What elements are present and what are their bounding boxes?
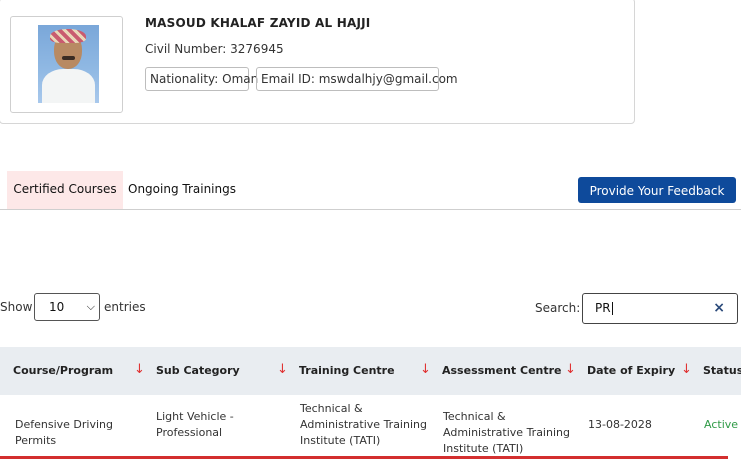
cell-date-of-expiry: 13-08-2028 (588, 418, 652, 431)
search-input[interactable]: PR × (582, 293, 738, 324)
sort-arrow-icon[interactable]: ↓ (420, 362, 431, 377)
civil-number: Civil Number: 3276945 (145, 42, 284, 56)
sort-arrow-icon[interactable]: ↓ (565, 362, 576, 377)
profile-card: MASOUD KHALAF ZAYID AL HAJJI Civil Numbe… (0, 0, 635, 124)
column-header-course[interactable]: Course/Program (13, 364, 113, 377)
column-header-sub-category[interactable]: Sub Category (156, 364, 240, 377)
column-header-training-centre[interactable]: Training Centre (299, 364, 395, 377)
chevron-down-icon: ⌵ (86, 300, 95, 313)
tab-ongoing-trainings[interactable]: Ongoing Trainings (128, 171, 236, 209)
entries-select[interactable]: 10 ⌵ (34, 293, 100, 321)
sort-arrow-icon[interactable]: ↓ (681, 362, 692, 377)
column-header-date-of-expiry[interactable]: Date of Expiry (587, 364, 675, 377)
sort-arrow-icon[interactable]: ↓ (277, 362, 288, 377)
nationality-badge: Nationality: Oman (145, 67, 258, 91)
table-header: Course/Program ↓ Sub Category ↓ Training… (0, 347, 741, 395)
entries-label: entries (104, 300, 146, 314)
provide-feedback-button[interactable]: Provide Your Feedback (578, 177, 736, 203)
text-caret (611, 302, 613, 315)
cell-sub-category: Light Vehicle - Professional (156, 410, 234, 439)
column-header-status[interactable]: Status (703, 364, 741, 377)
cell-training-centre: Technical & Administrative Training Inst… (300, 402, 427, 447)
profile-name: MASOUD KHALAF ZAYID AL HAJJI (145, 16, 371, 30)
search-label: Search: (535, 301, 581, 315)
search-input-value: PR (595, 301, 611, 315)
profile-photo-frame (10, 16, 123, 113)
clear-search-icon[interactable]: × (713, 294, 725, 323)
email-badge: Email ID: mswdalhjy@gmail.com (256, 67, 458, 91)
status-badge: Active (704, 418, 739, 431)
row-bottom-border (0, 456, 728, 459)
sort-arrow-icon[interactable]: ↓ (134, 362, 145, 377)
profile-photo (38, 25, 99, 103)
tab-certified-courses[interactable]: Certified Courses (7, 171, 123, 209)
cell-course: Defensive Driving Permits (15, 418, 113, 447)
entries-select-value: 10 (49, 300, 65, 314)
column-header-assessment-centre[interactable]: Assessment Centre (442, 364, 562, 377)
cell-assessment-centre: Technical & Administrative Training Inst… (443, 410, 570, 455)
tabs-divider (0, 209, 741, 210)
show-label: Show (0, 300, 33, 314)
